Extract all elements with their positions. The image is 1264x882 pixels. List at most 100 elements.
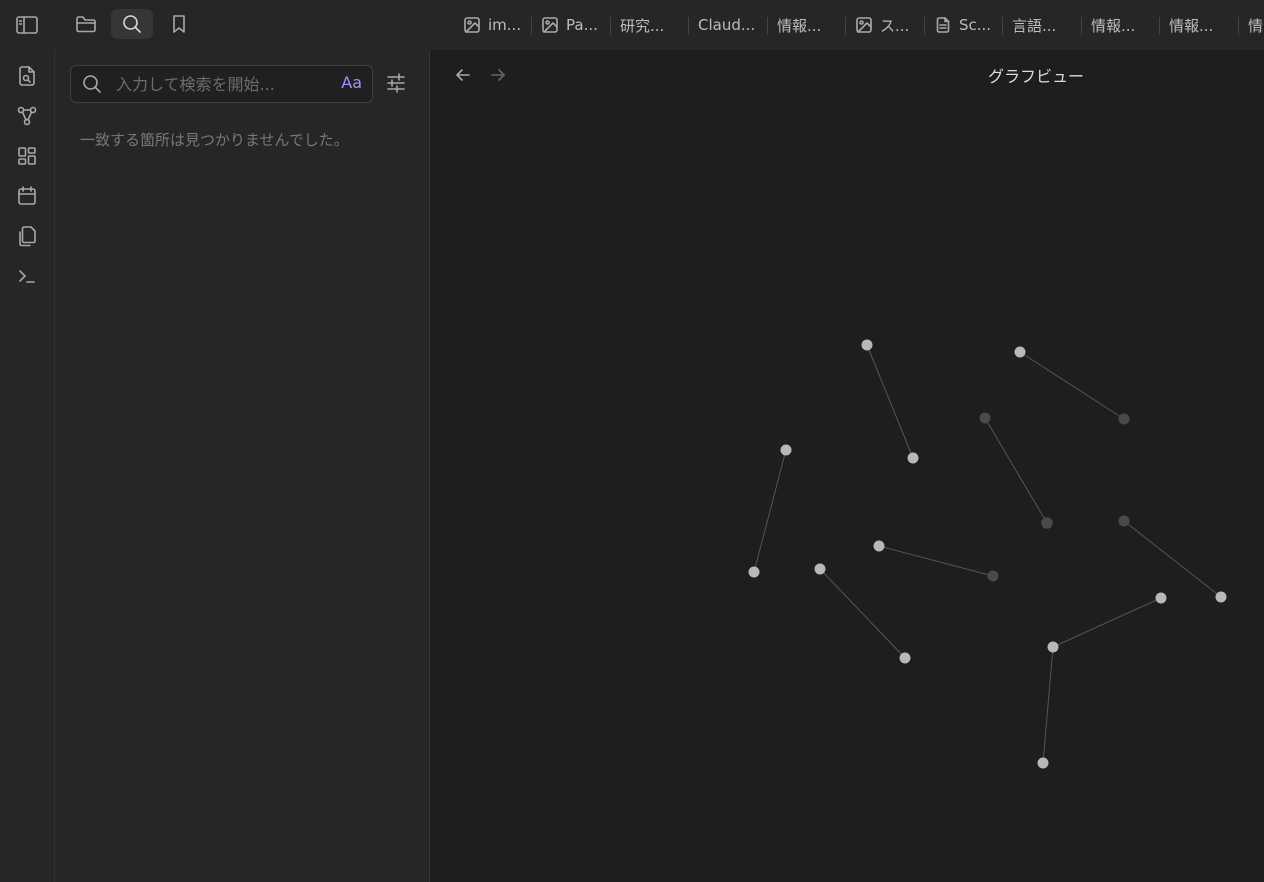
arrow-left-icon	[456, 69, 470, 81]
match-case-toggle[interactable]: Aa	[341, 73, 362, 92]
tab-item[interactable]: 言語...	[1012, 11, 1056, 39]
tab-item[interactable]: 情報...	[1169, 11, 1213, 39]
arrow-right-icon	[491, 69, 505, 81]
tab-separator	[1238, 17, 1239, 35]
image-icon	[541, 16, 566, 34]
graph-node[interactable]	[1155, 592, 1167, 604]
open-quick-switcher-icon	[19, 66, 35, 86]
ribbon-command-palette-button[interactable]	[14, 263, 40, 289]
image-icon	[463, 16, 488, 34]
graph-node[interactable]	[1041, 517, 1053, 529]
no-results-message: 一致する箇所は見つかりませんでした。	[80, 131, 349, 149]
tab-separator	[1159, 17, 1160, 35]
tab-label: 研究...	[620, 16, 665, 35]
back-button[interactable]	[451, 63, 475, 87]
command-palette-icon	[19, 270, 35, 283]
sliders-icon	[387, 73, 405, 93]
graph-node[interactable]	[1047, 641, 1059, 653]
ribbon-templates-button[interactable]	[14, 223, 40, 249]
image-icon	[855, 16, 880, 34]
ribbon-canvas-button[interactable]	[14, 143, 40, 169]
tab-label: 言語...	[1012, 16, 1057, 35]
graph-edge	[819, 568, 906, 659]
graph-edge	[1052, 597, 1162, 648]
tab-separator	[688, 17, 689, 35]
graph-edge	[878, 545, 994, 577]
graph-node[interactable]	[1118, 515, 1130, 527]
tab-label: Pa...	[566, 16, 598, 34]
graph-edge	[1123, 520, 1222, 598]
tab-separator	[531, 17, 532, 35]
graph-node[interactable]	[873, 540, 885, 552]
graph-edge	[1042, 646, 1054, 764]
canvas-icon	[18, 147, 36, 165]
tab-separator	[924, 17, 925, 35]
graph-node[interactable]	[1118, 413, 1130, 425]
tab-strip: im... Pa... 研究... Claud... 情報... ス... Sc... 言語.…	[455, 0, 1264, 50]
tab-item[interactable]: im...	[463, 11, 521, 39]
search-input[interactable]	[116, 66, 326, 102]
tab-separator	[767, 17, 768, 35]
tab-separator	[1081, 17, 1082, 35]
graph-view-pane: グラフビュー	[430, 50, 1264, 882]
graph-canvas[interactable]	[430, 50, 1264, 882]
graph-node[interactable]	[1215, 591, 1227, 603]
tab-label: 情報...	[777, 16, 822, 35]
tab-label: 情報...	[1169, 16, 1214, 35]
graph-node[interactable]	[780, 444, 792, 456]
folder-icon	[76, 16, 96, 33]
graph-edge	[984, 417, 1048, 524]
graph-node[interactable]	[1014, 346, 1026, 358]
search-icon	[123, 15, 141, 33]
graph-view-icon	[17, 106, 37, 126]
tab-label: 情報...	[1091, 16, 1136, 35]
graph-node[interactable]	[861, 339, 873, 351]
tab-label: Sc...	[959, 16, 992, 34]
search-tab-button[interactable]	[111, 9, 153, 39]
search-icon	[81, 73, 103, 95]
tab-item[interactable]: 情報...	[777, 11, 821, 39]
forward-button[interactable]	[486, 63, 510, 87]
graph-edge	[1019, 351, 1125, 420]
top-bar: im... Pa... 研究... Claud... 情報... ス... Sc... 言語.…	[0, 0, 1264, 50]
tab-item[interactable]: Pa...	[541, 11, 598, 39]
templates-copy-icon	[19, 226, 36, 247]
graph-node[interactable]	[748, 566, 760, 578]
graph-node[interactable]	[987, 570, 999, 582]
tab-separator	[1002, 17, 1003, 35]
ribbon-graph-view-button[interactable]	[14, 103, 40, 129]
graph-edge	[753, 449, 787, 573]
graph-node[interactable]	[1037, 757, 1049, 769]
tab-item[interactable]: 情報...	[1091, 11, 1135, 39]
document-icon	[934, 16, 959, 34]
tab-label: 情	[1248, 16, 1264, 35]
sidebar-toggle-icon	[16, 16, 38, 34]
view-title: グラフビュー	[988, 67, 1085, 86]
ribbon-quick-switcher-button[interactable]	[14, 63, 40, 89]
left-ribbon	[0, 50, 55, 882]
tab-separator	[610, 17, 611, 35]
ribbon-daily-note-button[interactable]	[14, 183, 40, 209]
tab-label: ス...	[880, 16, 910, 35]
tab-item[interactable]: 情	[1248, 11, 1263, 39]
bookmarks-tab-button[interactable]	[158, 9, 200, 39]
search-box: Aa	[70, 65, 373, 103]
tab-separator	[845, 17, 846, 35]
graph-edge	[866, 344, 914, 459]
tab-label: im...	[488, 16, 522, 34]
search-pane: Aa 一致する箇所は見つかりませんでした。	[55, 50, 430, 882]
search-settings-button[interactable]	[383, 70, 409, 96]
graph-node[interactable]	[814, 563, 826, 575]
graph-node[interactable]	[979, 412, 991, 424]
tab-item[interactable]: Sc...	[934, 11, 991, 39]
graph-node[interactable]	[899, 652, 911, 664]
tab-item[interactable]: 研究...	[620, 11, 664, 39]
daily-note-calendar-icon	[18, 186, 36, 205]
sidebar-toggle-button[interactable]	[11, 10, 43, 40]
bookmark-icon	[173, 15, 185, 33]
files-tab-button[interactable]	[65, 9, 107, 39]
tab-item[interactable]: ス...	[855, 11, 909, 39]
graph-node[interactable]	[907, 452, 919, 464]
tab-label: Claud...	[698, 16, 756, 34]
tab-item[interactable]: Claud...	[698, 11, 755, 39]
